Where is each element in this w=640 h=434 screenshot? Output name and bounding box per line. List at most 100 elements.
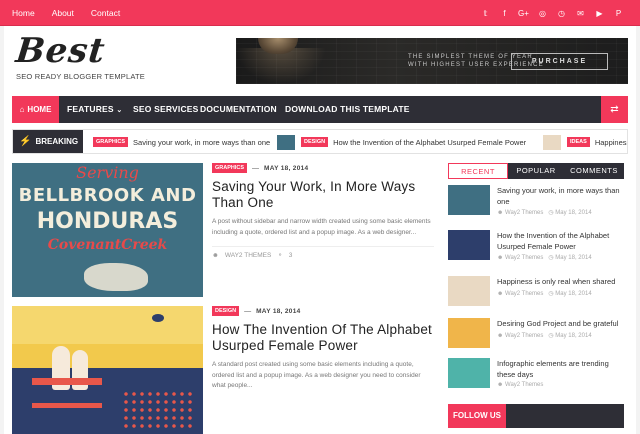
clock-icon: ◷ [548,210,554,216]
sidebar-post-thumbnail [448,230,490,260]
sidebar-post-author: Way2 Themes [505,255,544,261]
sidebar-post-title[interactable]: Happiness is only real when shared [497,276,624,287]
nav-link-about[interactable]: About [52,8,74,18]
post-image-line-2: HONDURAS [36,209,179,234]
rss-icon[interactable]: ◷ [552,9,571,18]
menu-item-download[interactable]: DOWNLOAD THIS TEMPLATE [285,96,410,123]
post-image-line-1: BELLBROOK AND [18,185,197,206]
ticker-item[interactable]: IDEAS Happiness i [543,134,628,150]
post-category-tag[interactable]: GRAPHICS [212,163,248,173]
ticker-item[interactable]: GRAPHICS Saving your work, in more ways … [93,134,270,150]
bird-icon [152,314,164,322]
post-meta: GRAPHICS — MAY 18, 2014 [212,163,434,173]
sidebar-post-title[interactable]: Saving your work, in more ways than one [497,185,624,207]
user-icon: ☻ [497,333,504,339]
ticker-thumbnail [543,134,561,150]
logo-tagline: SEO READY BLOGGER TEMPLATE [16,72,145,81]
purchase-button[interactable]: PURCHASE [511,53,608,70]
sidebar-post-item[interactable]: Happiness is only real when shared ☻ Way… [448,276,624,310]
sidebar-post-thumbnail [448,276,490,306]
ticker-text: How the Invention of the Alphabet Usurpe… [333,137,527,147]
ticker-tag: GRAPHICS [93,137,129,147]
post-image-1[interactable]: Serving BELLBROOK AND HONDURAS CovenantC… [12,163,203,297]
post-excerpt: A post without sidebar and narrow width … [212,218,431,236]
sidebar-post-date: May 18, 2014 [555,210,592,216]
shuffle-icon[interactable]: ⇄ [601,96,628,123]
ticker-thumbnail [277,134,295,150]
tab-comments[interactable]: COMMENTS [564,163,624,179]
ticker-tag: DESIGN [301,137,329,147]
post-author[interactable]: WAY2 THEMES [225,252,271,259]
sidebar-post-meta: ☻ Way2 Themes ◷ May 18, 2014 [497,290,592,297]
sidebar-post-author: Way2 Themes [505,382,544,388]
tab-popular[interactable]: POPULAR [508,163,564,179]
sidebar-tabs: RECENT POPULAR COMMENTS [448,163,624,179]
meta-separator: — [252,164,260,172]
menu-home[interactable]: ⌂ HOME [12,96,59,123]
illustration-sky [12,306,203,344]
follow-us-widget: FOLLOW US [448,404,624,428]
email-icon[interactable]: ✉ [571,9,590,18]
sidebar-post-date: May 18, 2014 [555,255,592,261]
menu-item-seo-services[interactable]: SEO SERVICES [133,96,199,123]
post-excerpt: A standard post created using some basic… [212,361,421,389]
sidebar-post-item[interactable]: Infographic elements are trending these … [448,358,624,392]
sidebar-post-meta: ☻ Way2 Themes [497,382,543,388]
clock-icon: ◷ [548,291,554,297]
sidebar-post-thumbnail [448,318,490,348]
sidebar-post-title[interactable]: How the Invention of the Alphabet Usurpe… [497,230,624,252]
sidebar-post-title[interactable]: Infographic elements are trending these … [497,358,624,380]
sidebar-post-author: Way2 Themes [505,333,544,339]
post-category-tag[interactable]: DESIGN [212,306,240,316]
post-2: DESIGN — MAY 18, 2014 How The Invention … [212,306,434,392]
post-title[interactable]: How The Invention Of The Alphabet Usurpe… [212,322,434,354]
post-title[interactable]: Saving Your Work, In More Ways Than One [212,179,434,211]
post-date: MAY 18, 2014 [264,164,309,172]
menu-home-label: HOME [27,105,52,114]
sidebar-post-item[interactable]: Saving your work, in more ways than one … [448,185,624,219]
user-icon: ☻ [497,382,504,388]
breaking-news-ticker: ⚡ BREAKING GRAPHICS Saving your work, in… [12,129,628,154]
comment-icon: ⚬ [277,252,283,259]
follow-us-label: FOLLOW US [448,404,506,428]
breaking-label-box: ⚡ BREAKING [13,130,83,153]
main-menu: ⌂ HOME FEATURES ⌄ SEO SERVICES DOCUMENTA… [12,96,628,123]
ticker-text: Happiness i [594,137,628,147]
facebook-icon[interactable]: f [495,9,514,18]
map-shape [84,263,148,291]
home-icon: ⌂ [19,105,25,114]
sidebar-post-meta: ☻ Way2 Themes ◷ May 18, 2014 [497,209,592,216]
instagram-icon[interactable]: ◎ [533,9,552,18]
post-meta: DESIGN — MAY 18, 2014 [212,306,434,316]
nav-link-contact[interactable]: Contact [91,8,120,18]
google-plus-icon[interactable]: G+ [514,9,533,18]
post-date: MAY 18, 2014 [256,307,301,315]
flash-icon: ⚡ [19,136,32,147]
post-comment-count[interactable]: 3 [289,252,293,259]
bench-shape [32,378,102,408]
nav-link-home[interactable]: Home [12,8,35,18]
sidebar-post-meta: ☻ Way2 Themes ◷ May 18, 2014 [497,332,592,339]
tab-recent[interactable]: RECENT [448,163,508,179]
social-icons: 𝕥 f G+ ◎ ◷ ✉ ▶ P [476,0,628,26]
ticker-item[interactable]: DESIGN How the Invention of the Alphabet… [277,134,526,150]
menu-item-documentation[interactable]: DOCUMENTATION [200,96,277,123]
header-ad-banner[interactable]: THE SIMPLEST THEME OF YEAR WITH HIGHEST … [236,38,628,84]
menu-item-features[interactable]: FEATURES ⌄ [67,96,122,123]
user-icon: ☻ [212,251,219,259]
clock-icon: ◷ [548,255,554,261]
youtube-icon[interactable]: ▶ [590,9,609,18]
twitter-icon[interactable]: 𝕥 [476,9,495,18]
sidebar-post-item[interactable]: Desiring God Project and be grateful ☻ W… [448,318,624,352]
post-image-2[interactable] [12,306,203,434]
user-icon: ☻ [497,255,504,261]
user-icon: ☻ [497,291,504,297]
logo-name: Best [13,31,108,71]
sidebar-post-item[interactable]: How the Invention of the Alphabet Usurpe… [448,230,624,264]
pinterest-icon[interactable]: P [609,9,628,18]
site-logo[interactable]: Best SEO READY BLOGGER TEMPLATE [13,31,145,81]
sidebar-post-author: Way2 Themes [505,291,544,297]
sidebar-post-thumbnail [448,358,490,388]
post-image-script-text: Serving [76,163,139,182]
sidebar-post-title[interactable]: Desiring God Project and be grateful [497,318,624,329]
